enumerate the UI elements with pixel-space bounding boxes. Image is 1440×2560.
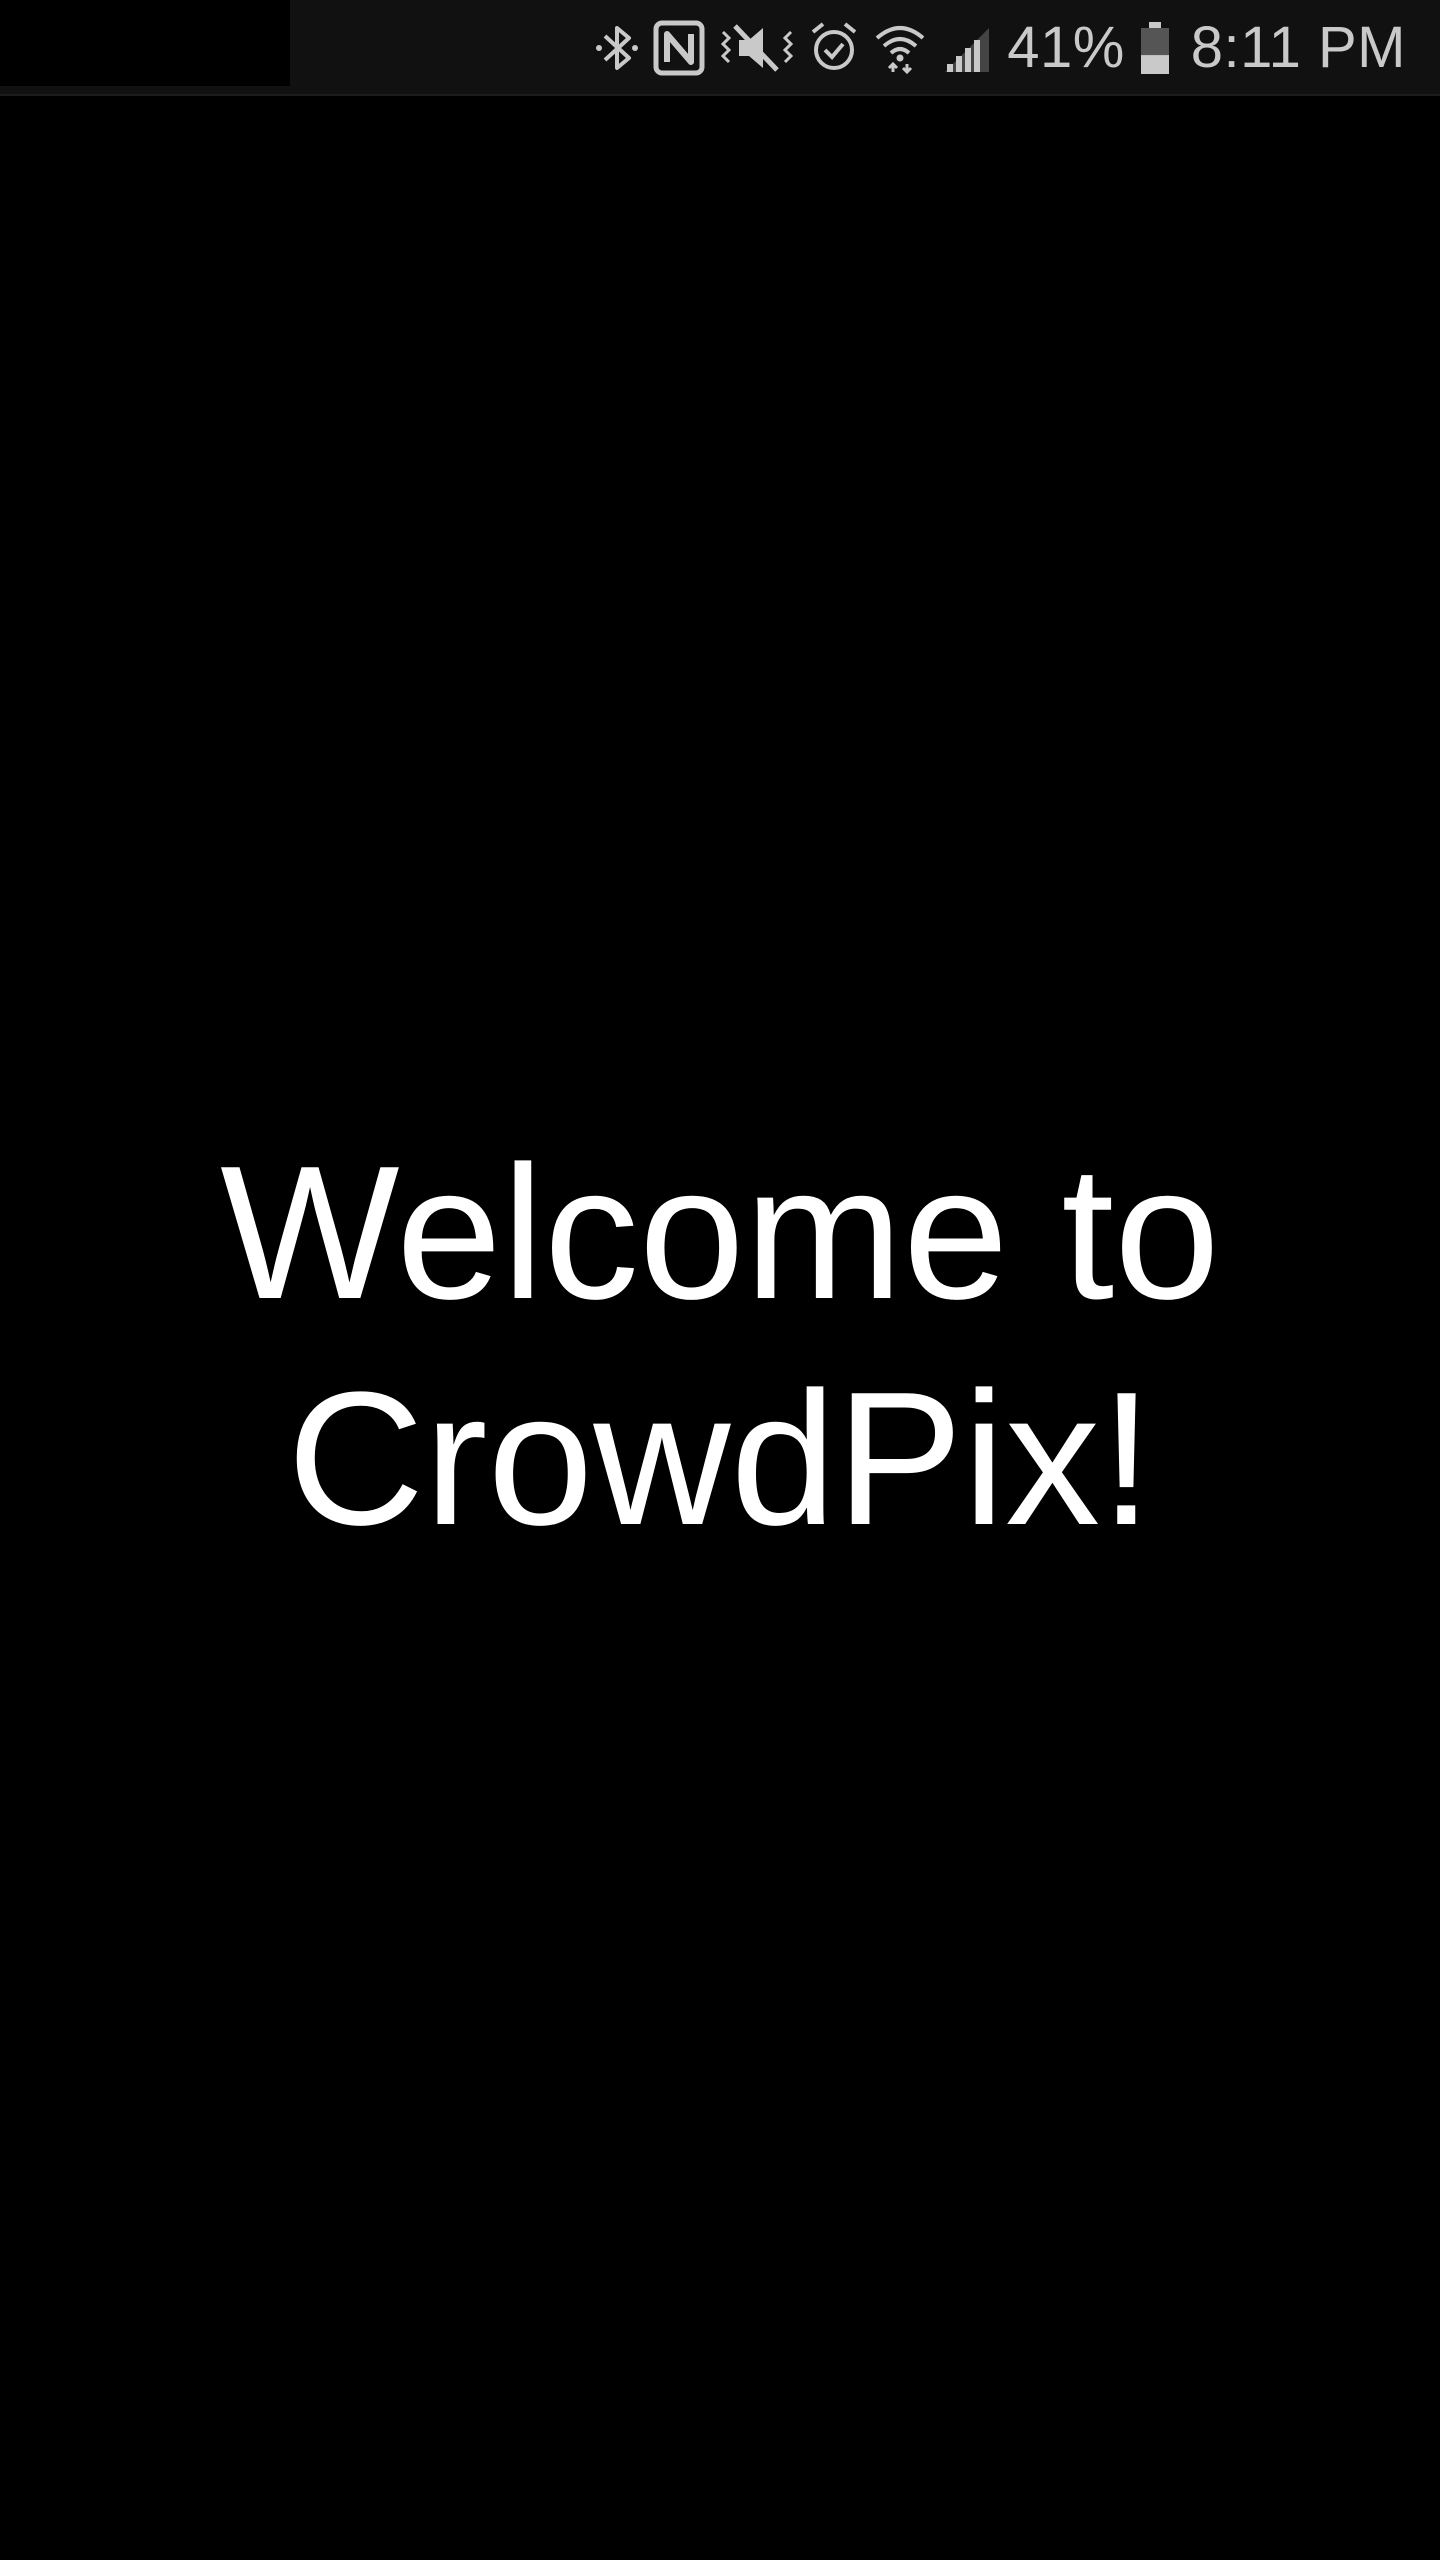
status-bar: 41% 8:11 PM [0, 0, 1440, 96]
welcome-message: Welcome to CrowdPix! [0, 1120, 1440, 1572]
clock-time: 8:11 PM [1190, 15, 1406, 80]
status-bar-indicators: 41% 8:11 PM [595, 0, 1406, 96]
wifi-icon [873, 18, 927, 78]
status-bar-notification-area [0, 0, 290, 86]
vibrate-mute-icon [719, 18, 795, 78]
splash-screen: 41% 8:11 PM Welcome to CrowdPix! [0, 0, 1440, 2560]
welcome-line-2: CrowdPix! [287, 1353, 1153, 1565]
battery-icon [1139, 18, 1171, 78]
bluetooth-icon [595, 18, 639, 78]
nfc-icon [653, 18, 705, 78]
welcome-line-1: Welcome to [220, 1127, 1220, 1339]
battery-percent: 41% [1007, 15, 1125, 80]
signal-icon [941, 18, 993, 78]
alarm-icon [809, 18, 859, 78]
